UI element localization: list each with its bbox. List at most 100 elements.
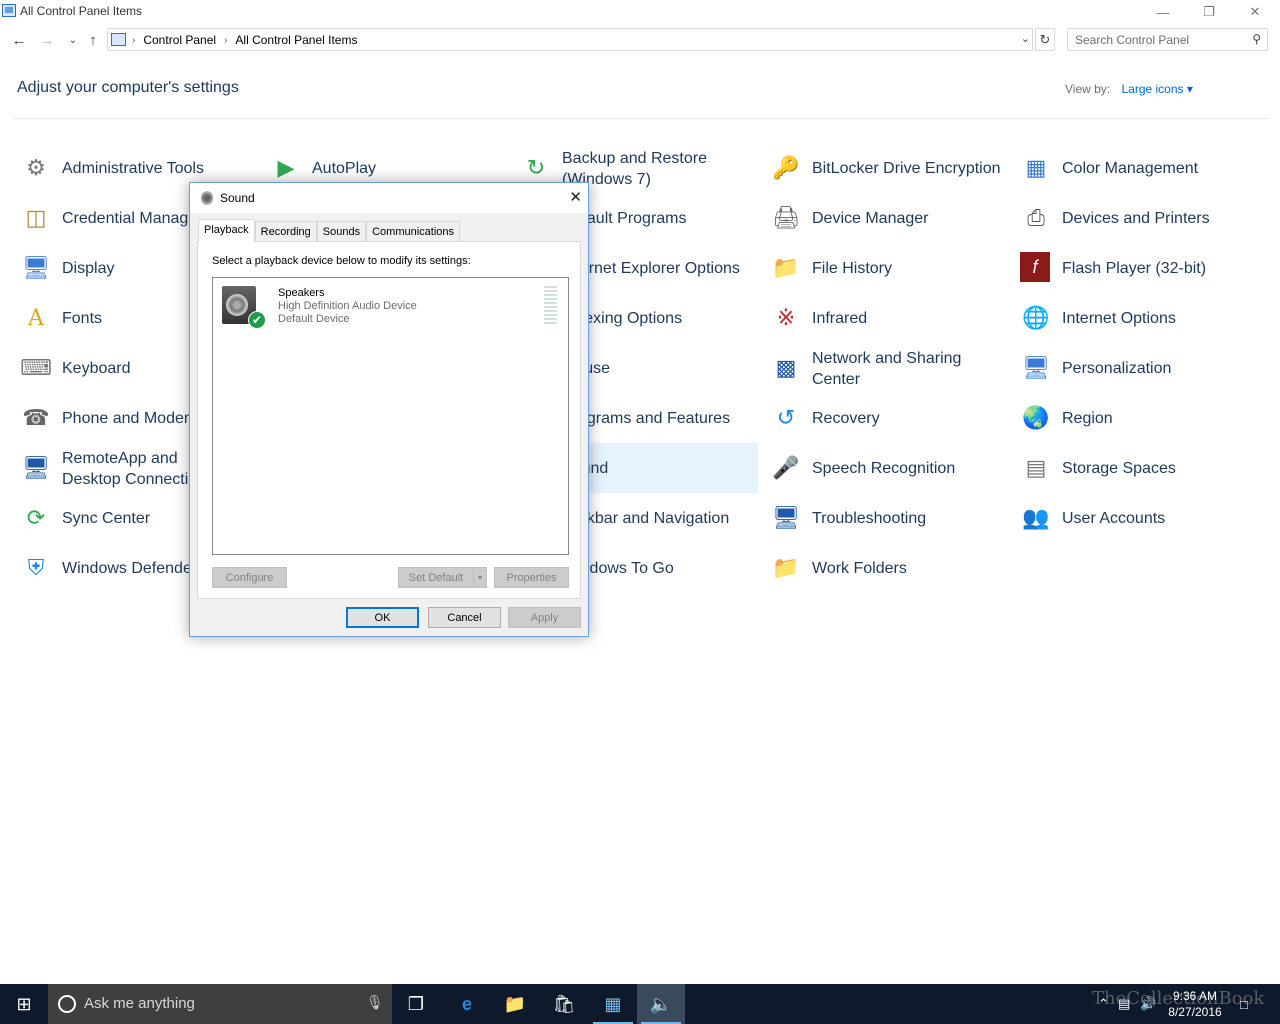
cp-item-internet-options[interactable]: 🌐 Internet Options [1018, 293, 1268, 343]
item-label: Flash Player (32-bit) [1062, 259, 1207, 277]
microphone-icon[interactable]: 🎙 [366, 994, 384, 1011]
sync-center-icon: ⟳ [26, 505, 46, 530]
cp-item-network-sharing[interactable]: ▩ Network and Sharing Center [768, 343, 1018, 393]
cp-item-speech-recognition[interactable]: 🎤 Speech Recognition [768, 443, 1018, 493]
view-by-dropdown[interactable]: Large icons ▾ [1121, 82, 1192, 96]
speech-icon: 🎤 [772, 455, 800, 480]
file-history-icon: 📁 [772, 255, 800, 280]
item-label: Speech Recognition [812, 459, 956, 477]
item-label: Storage Spaces [1062, 459, 1176, 477]
close-button[interactable]: ✕ [1232, 0, 1278, 24]
restore-button[interactable]: ❐ [1186, 0, 1232, 24]
item-label: Infrared [812, 309, 868, 327]
up-arrow-icon[interactable]: ↑ [82, 28, 104, 52]
item-label: Fonts [62, 309, 103, 327]
window-title: All Control Panel Items [20, 4, 143, 18]
cp-item-device-manager[interactable]: 🖨 Device Manager [768, 193, 1018, 243]
set-default-button[interactable]: Set Default [398, 567, 474, 588]
device-name: Speakers [278, 287, 325, 299]
search-input[interactable]: Search Control Panel ⚲ [1067, 28, 1268, 51]
cp-item-color-management[interactable]: ▦ Color Management [1018, 143, 1268, 193]
breadcrumb-separator-icon[interactable]: › [224, 35, 227, 46]
tab-communications[interactable]: Communications [366, 221, 461, 242]
action-center-icon[interactable]: □ [1240, 984, 1248, 1024]
item-label: Network and Sharing Center [812, 350, 962, 388]
cortana-search-box[interactable]: Ask me anything 🎙 [48, 984, 392, 1024]
sound-taskbar-icon[interactable]: 🔈 [637, 984, 685, 1024]
breadcrumb-control-panel[interactable]: Control Panel [143, 33, 216, 47]
cp-item-file-history[interactable]: 📁 File History [768, 243, 1018, 293]
cp-item-region[interactable]: 🌏 Region [1018, 393, 1268, 443]
apply-button[interactable]: Apply [508, 607, 581, 628]
item-label: Internet Options [1062, 309, 1176, 327]
troubleshooting-icon: 🖥 [772, 505, 800, 530]
search-icon[interactable]: ⚲ [1252, 32, 1261, 46]
fonts-icon: A [28, 305, 44, 331]
configure-button[interactable]: Configure [212, 567, 287, 588]
cp-item-personalization[interactable]: 🖥 Personalization [1018, 343, 1268, 393]
device-list[interactable]: ✔ Speakers High Definition Audio Device … [212, 277, 569, 555]
autoplay-icon: ▶ [277, 155, 295, 180]
back-arrow-icon[interactable]: ← [8, 28, 30, 52]
properties-button[interactable]: Properties [494, 567, 569, 588]
breadcrumb-separator-icon[interactable]: › [132, 35, 135, 46]
file-explorer-icon[interactable]: 📁 [491, 984, 539, 1024]
address-field[interactable]: › Control Panel › All Control Panel Item… [107, 28, 1033, 51]
item-label: Work Folders [812, 559, 907, 577]
address-dropdown-icon[interactable]: ⌄ [1021, 32, 1030, 45]
control-panel-taskbar-icon[interactable]: ▦ [589, 984, 637, 1024]
item-label: BitLocker Drive Encryption [812, 159, 1001, 177]
forward-arrow-icon[interactable]: → [36, 28, 58, 52]
network-tray-icon[interactable]: ▤ [1118, 984, 1130, 1024]
item-label: Color Management [1062, 159, 1199, 177]
view-by: View by: Large icons ▾ [1065, 82, 1193, 96]
remoteapp-icon: 🖥 [22, 455, 50, 480]
cp-item-bitlocker[interactable]: 🔑 BitLocker Drive Encryption [768, 143, 1018, 193]
recent-locations-chevron-icon[interactable]: ⌄ [62, 28, 84, 52]
cp-item-troubleshooting[interactable]: 🖥 Troubleshooting [768, 493, 1018, 543]
item-label: Windows Defender [62, 559, 198, 577]
color-management-icon: ▦ [1025, 155, 1047, 180]
tab-recording[interactable]: Recording [254, 221, 317, 242]
refresh-icon[interactable]: ↻ [1035, 28, 1055, 51]
cp-item-recovery[interactable]: ↺ Recovery [768, 393, 1018, 443]
speaker-icon [201, 191, 213, 205]
cp-item-storage-spaces[interactable]: ▤ Storage Spaces [1018, 443, 1268, 493]
minimize-button[interactable]: — [1140, 0, 1186, 24]
windows-start-icon[interactable]: ⊞ [0, 984, 48, 1024]
clock[interactable]: 9:36 AM 8/27/2016 [1160, 988, 1230, 1020]
cp-item-flash-player[interactable]: f Flash Player (32-bit) [1018, 243, 1268, 293]
cp-item-user-accounts[interactable]: 👥 User Accounts [1018, 493, 1268, 543]
display-icon: 🖥 [22, 255, 50, 280]
defender-icon: ⛨ [27, 555, 45, 580]
cortana-placeholder: Ask me anything [84, 995, 195, 1012]
volume-tray-icon[interactable]: 🔊 [1140, 984, 1156, 1024]
edge-browser-icon[interactable]: e [443, 984, 491, 1024]
dialog-close-button[interactable]: ✕ [569, 188, 582, 206]
cortana-icon [58, 995, 76, 1013]
cancel-button[interactable]: Cancel [428, 607, 501, 628]
set-default-dropdown-icon[interactable]: ▾ [473, 567, 487, 588]
item-label: Personalization [1062, 359, 1172, 377]
store-icon[interactable]: 🛍 [540, 984, 588, 1024]
dialog-titlebar: Sound ✕ [190, 183, 588, 213]
clock-time: 9:36 AM [1172, 989, 1218, 1003]
device-status: Default Device [278, 313, 350, 325]
tab-playback[interactable]: Playback [198, 219, 255, 242]
control-panel-icon [111, 33, 126, 46]
user-accounts-icon: 👥 [1022, 505, 1050, 530]
flash-player-icon: f [1020, 252, 1050, 282]
tray-chevron-icon[interactable]: ⌃ [1098, 984, 1109, 1024]
infrared-icon: ※ [776, 305, 796, 330]
admin-tools-icon: ⚙ [26, 155, 46, 180]
task-view-icon[interactable]: ❐ [392, 984, 440, 1024]
cp-item-infrared[interactable]: ※ Infrared [768, 293, 1018, 343]
volume-meter [544, 286, 557, 326]
ok-button[interactable]: OK [346, 607, 419, 628]
breadcrumb-all-items[interactable]: All Control Panel Items [235, 33, 357, 47]
cp-item-work-folders[interactable]: 📁 Work Folders [768, 543, 1018, 593]
view-by-value[interactable]: Large icons [1121, 82, 1183, 96]
tab-sounds[interactable]: Sounds [316, 221, 367, 242]
cp-item-devices-printers[interactable]: ⎙ Devices and Printers [1018, 193, 1268, 243]
dialog-tabs: Playback Recording Sounds Communications [198, 219, 461, 242]
